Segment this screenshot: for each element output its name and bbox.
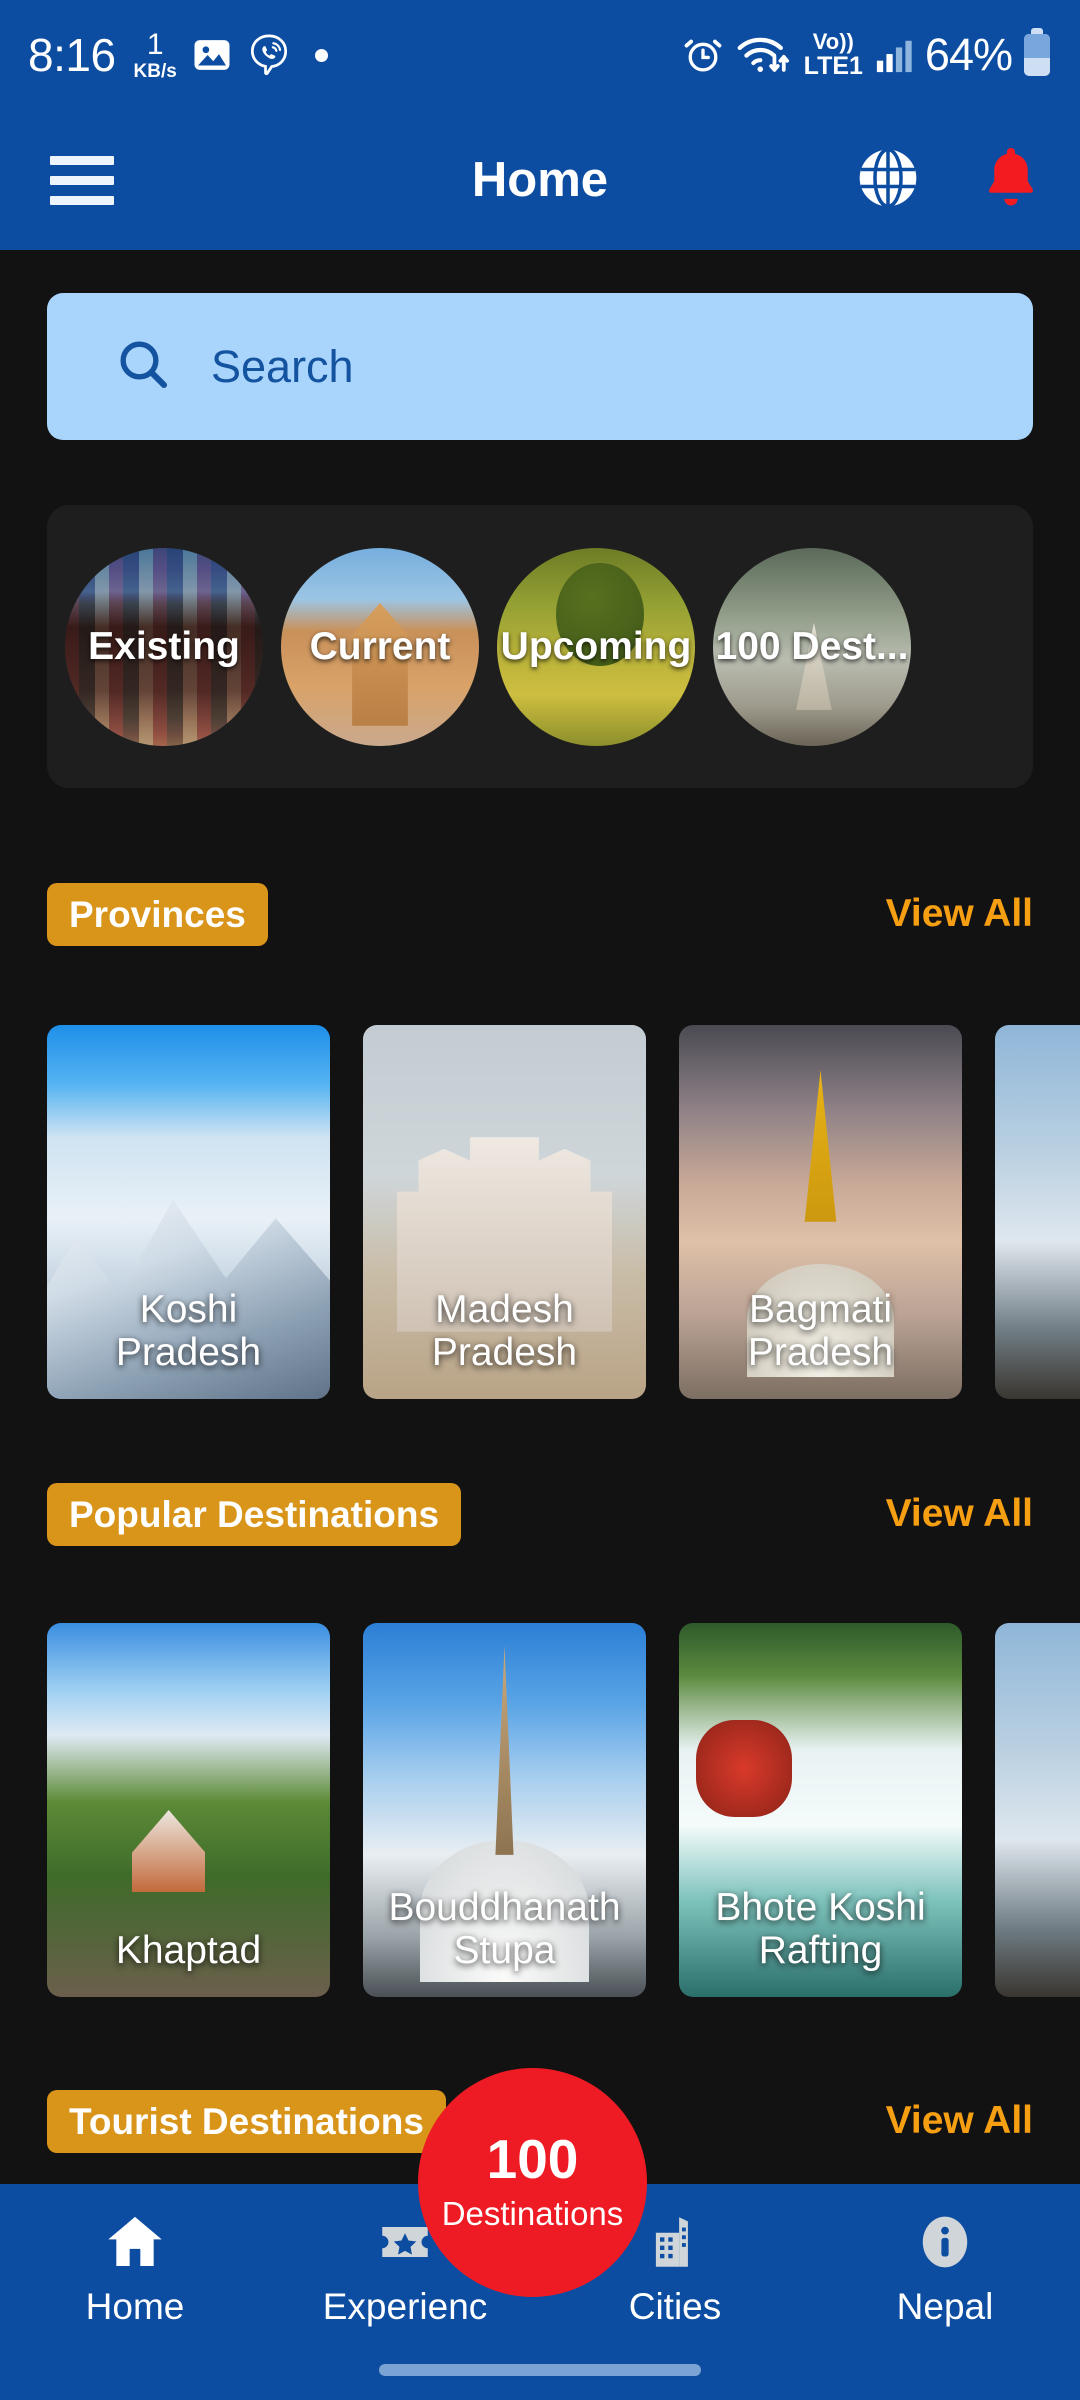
destination-card-partial[interactable]	[995, 1623, 1080, 1997]
provinces-card-row[interactable]: Koshi Pradesh Madesh Pradesh Bagmati Prades…	[47, 1025, 1080, 1399]
status-bar-right: Vo)) LTE1 64%	[682, 28, 1050, 81]
battery-percent-label: 64%	[924, 29, 1013, 80]
category-item-upcoming[interactable]: Upcoming	[497, 547, 695, 746]
category-label: Current	[309, 624, 451, 668]
section-badge: Popular Destinations	[47, 1482, 462, 1546]
nav-item-home[interactable]: Home	[0, 2206, 270, 2328]
hamburger-menu-icon[interactable]	[50, 155, 114, 205]
view-all-tourist-link[interactable]: View All	[886, 2099, 1033, 2143]
popular-destinations-card-row[interactable]: Khaptad Bouddhanath Stupa Bhote Koshi Raft…	[47, 1623, 1080, 1997]
fab-count: 100	[486, 2128, 579, 2190]
app-bar-actions	[854, 144, 1042, 217]
card-label: Madesh Pradesh	[431, 1287, 578, 1375]
category-item-100-destinations[interactable]: 100 Dest...	[713, 547, 911, 746]
buildings-icon	[644, 2206, 706, 2278]
phone-screen: 8:16 1 KB/s Vo)) LTE1 64% Home Search Ex…	[0, 0, 1080, 2400]
section-badge: Provinces	[47, 882, 268, 946]
nav-item-nepal[interactable]: Nepal	[810, 2206, 1080, 2328]
volte-indicator: Vo)) LTE1	[804, 31, 863, 79]
fab-label: Destinations	[441, 2195, 624, 2232]
nav-label: Experienc	[322, 2286, 488, 2327]
status-bar-left: 8:16 1 KB/s	[28, 28, 328, 82]
network-speed-value: 1	[146, 27, 164, 61]
card-label: Bagmati Pradesh	[747, 1287, 894, 1375]
status-bar: 8:16 1 KB/s Vo)) LTE1 64%	[0, 0, 1080, 110]
card-label: Bhote Koshi Rafting	[715, 1885, 926, 1973]
volte-line1: Vo))	[812, 29, 854, 54]
search-bar[interactable]: Search	[47, 293, 1033, 440]
card-label: Bouddhanath Stupa	[388, 1885, 621, 1973]
destinations-fab[interactable]: 100 Destinations	[418, 2068, 647, 2297]
battery-icon	[1024, 28, 1050, 76]
status-clock: 8:16	[28, 29, 116, 81]
destination-card-bouddhanath-stupa[interactable]: Bouddhanath Stupa	[363, 1623, 646, 1997]
app-bar: Home	[0, 110, 1080, 250]
network-speed-unit: KB/s	[133, 60, 177, 82]
nav-label: Home	[85, 2286, 185, 2327]
category-item-current[interactable]: Current	[281, 547, 479, 746]
section-badge: Tourist Destinations	[47, 2089, 446, 2153]
destination-card-khaptad[interactable]: Khaptad	[47, 1623, 330, 1997]
photo-icon	[191, 34, 233, 76]
home-icon	[103, 2206, 167, 2278]
card-image	[995, 1025, 1080, 1399]
province-card-madesh[interactable]: Madesh Pradesh	[363, 1025, 646, 1399]
nav-label: Cities	[628, 2286, 722, 2327]
globe-icon[interactable]	[854, 144, 922, 217]
signal-icon	[875, 36, 913, 74]
category-label: 100 Dest...	[715, 624, 909, 668]
alarm-icon	[682, 34, 724, 76]
province-card-koshi[interactable]: Koshi Pradesh	[47, 1025, 330, 1399]
dot-icon	[314, 48, 328, 62]
card-label: Koshi Pradesh	[115, 1287, 262, 1375]
category-item-existing[interactable]: Existing	[65, 547, 263, 746]
card-image	[995, 1623, 1080, 1997]
viber-icon	[247, 33, 291, 77]
nav-label: Nepal	[896, 2286, 994, 2327]
section-header-provinces: Provinces View All	[47, 880, 1033, 948]
search-input[interactable]: Search	[211, 341, 354, 393]
wifi-icon	[736, 34, 792, 76]
section-header-popular-destinations: Popular Destinations View All	[47, 1480, 1033, 1548]
province-card-bagmati[interactable]: Bagmati Pradesh	[679, 1025, 962, 1399]
destination-card-bhote-koshi-rafting[interactable]: Bhote Koshi Rafting	[679, 1623, 962, 1997]
category-label: Upcoming	[500, 624, 692, 668]
info-icon	[914, 2206, 976, 2278]
bell-icon[interactable]	[980, 145, 1042, 216]
card-label: Khaptad	[115, 1929, 262, 1973]
province-card-partial[interactable]	[995, 1025, 1080, 1399]
category-circles-panel[interactable]: Existing Current Upcoming 100 Dest...	[47, 505, 1033, 788]
volte-line2: LTE1	[803, 52, 863, 80]
gesture-home-indicator[interactable]	[379, 2364, 701, 2376]
search-icon	[115, 336, 171, 397]
category-label: Existing	[88, 624, 240, 668]
network-speed-indicator: 1 KB/s	[133, 27, 177, 82]
view-all-popular-link[interactable]: View All	[886, 1492, 1033, 1536]
view-all-provinces-link[interactable]: View All	[886, 892, 1033, 936]
